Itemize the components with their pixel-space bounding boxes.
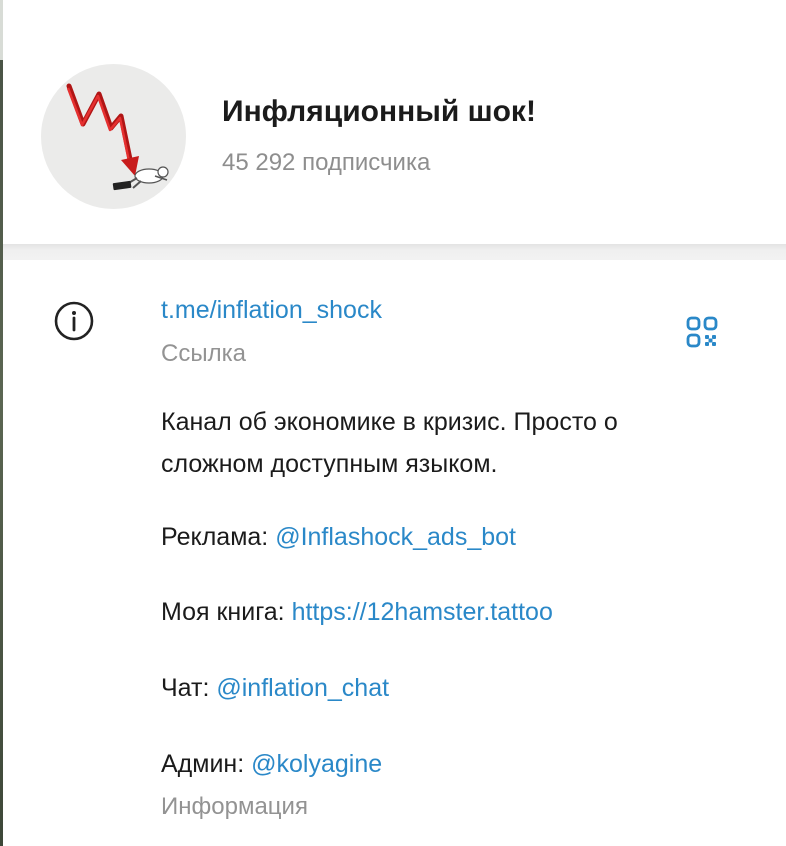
ads-prefix: Реклама:: [161, 523, 276, 551]
channel-title: Инфляционный шок!: [222, 95, 536, 128]
admin-prefix: Админ:: [161, 750, 252, 778]
book-line: Моя книга: https://12hamster.tattoo: [161, 598, 553, 627]
description-line-1: Канал об экономике в кризис. Просто о: [161, 408, 618, 436]
ads-line: Реклама: @Inflashock_ads_bot: [161, 523, 516, 552]
info-icon: [54, 301, 94, 341]
channel-link[interactable]: t.me/inflation_shock: [161, 296, 382, 325]
info-label: Информация: [161, 793, 308, 820]
channel-avatar[interactable]: [41, 64, 186, 209]
chat-link[interactable]: @inflation_chat: [216, 674, 389, 702]
link-label: Ссылка: [161, 340, 246, 367]
subscriber-count: 45 292 подписчика: [222, 149, 431, 176]
falling-chart-avatar-icon: [66, 83, 169, 191]
admin-link[interactable]: @kolyagine: [251, 750, 382, 778]
chat-line: Чат: @inflation_chat: [161, 674, 389, 703]
channel-info-section: t.me/inflation_shock Ссылка Канал об эко…: [3, 260, 786, 846]
qr-code-icon[interactable]: [685, 315, 719, 349]
chat-prefix: Чат:: [161, 674, 217, 702]
book-prefix: Моя книга:: [161, 598, 292, 626]
channel-header: Инфляционный шок! 45 292 подписчика: [3, 0, 786, 244]
book-link[interactable]: https://12hamster.tattoo: [292, 598, 553, 626]
description-line-2: сложном доступным языком.: [161, 450, 498, 478]
admin-line: Админ: @kolyagine: [161, 750, 382, 779]
section-divider: [3, 244, 786, 260]
ads-bot-link[interactable]: @Inflashock_ads_bot: [275, 523, 516, 551]
